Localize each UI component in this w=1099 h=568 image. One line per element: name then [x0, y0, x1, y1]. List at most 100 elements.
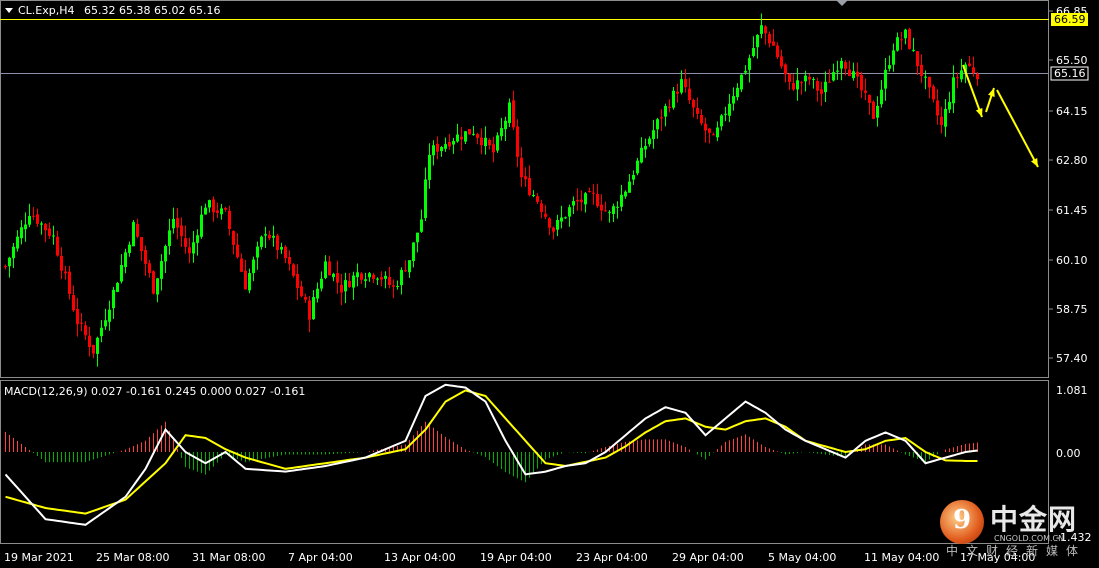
candle-body	[912, 49, 915, 51]
candle-body	[200, 214, 203, 237]
candle-body	[180, 225, 183, 237]
candle-body	[592, 192, 595, 194]
scroll-marker-icon[interactable]	[836, 0, 848, 6]
candle-body	[80, 322, 83, 324]
candle-body	[612, 206, 615, 214]
candle-body	[320, 278, 323, 289]
candle-body	[280, 247, 283, 250]
candle-body	[880, 89, 883, 105]
candle-body	[340, 284, 343, 293]
macd-header: MACD(12,26,9) 0.027 -0.161 0.245 0.000 0…	[4, 385, 305, 398]
candle-body	[4, 265, 7, 267]
candle-body	[156, 278, 159, 295]
candle-body	[616, 206, 619, 208]
candle-body	[132, 222, 135, 247]
time-tick: 19 Apr 04:00	[480, 551, 552, 564]
candle-body	[328, 261, 331, 276]
time-tick: 11 May 04:00	[864, 551, 939, 564]
candle-body	[420, 219, 423, 232]
candle-body	[732, 96, 735, 104]
candle-body	[480, 137, 483, 146]
candle-body	[648, 138, 651, 145]
candle-body	[424, 179, 427, 219]
candle-body	[860, 74, 863, 91]
candle-body	[512, 100, 515, 128]
candle-body	[716, 127, 719, 138]
candle-body	[684, 79, 687, 88]
candle-body	[432, 145, 435, 156]
forecast-arrow-shaft	[996, 89, 1039, 168]
candle-body	[252, 259, 255, 274]
time-tick: 31 Mar 08:00	[192, 551, 265, 564]
candle-body	[484, 137, 487, 147]
candle-body	[792, 83, 795, 90]
candle-body	[544, 213, 547, 217]
candle-body	[224, 208, 227, 210]
candle-body	[276, 235, 279, 250]
candle-body	[856, 71, 859, 77]
candle-body	[248, 273, 251, 291]
candle-body	[872, 101, 875, 119]
price-tick: 65.50	[1056, 54, 1088, 67]
candle-body	[448, 142, 451, 147]
candle-body	[168, 230, 171, 247]
candle-body	[968, 63, 971, 66]
candle-body	[772, 41, 775, 46]
candle-body	[740, 74, 743, 90]
candle-body	[936, 100, 939, 116]
candle-body	[672, 90, 675, 108]
cngold-logo-icon: 9	[940, 500, 984, 544]
candle-body	[532, 194, 535, 196]
candle-body	[376, 278, 379, 280]
current-price-tag-label: 65.16	[1054, 67, 1086, 80]
candle-body	[496, 135, 499, 151]
candle-body	[808, 76, 811, 80]
candle-body	[192, 242, 195, 254]
candle-body	[660, 117, 663, 119]
candle-body	[824, 81, 827, 93]
candle-body	[600, 204, 603, 211]
candle-body	[32, 215, 35, 217]
candle-body	[816, 81, 819, 91]
candle-body	[748, 58, 751, 70]
candle-body	[736, 87, 739, 98]
candle-body	[364, 279, 367, 281]
candle-body	[440, 147, 443, 152]
candle-body	[268, 234, 271, 239]
forecast-arrowhead-icon	[975, 108, 983, 117]
candle-body	[324, 261, 327, 278]
cngold-watermark: 9 中金网 CNGOLD.COM.CN 中文财经新媒体	[936, 498, 1096, 564]
high-price-tag-label: 66.59	[1054, 13, 1086, 26]
candle-body	[144, 250, 147, 264]
candle-body	[332, 273, 335, 278]
candle-body	[528, 178, 531, 195]
candle-body	[388, 276, 391, 286]
candle-body	[760, 25, 763, 34]
candle-body	[444, 144, 447, 149]
chart-menu-triangle-icon[interactable]	[5, 8, 13, 13]
candle-body	[208, 200, 211, 208]
symbol-label: CL.Exp,H4	[18, 4, 75, 17]
candle-body	[92, 344, 95, 354]
candle-body	[416, 232, 419, 243]
candle-body	[636, 160, 639, 174]
candle-body	[112, 289, 115, 309]
price-panel-frame	[0, 0, 1049, 378]
candle-body	[640, 147, 643, 163]
macd-panel-frame	[0, 380, 1049, 544]
candle-body	[728, 103, 731, 116]
candle-body	[76, 309, 79, 325]
candle-body	[244, 270, 247, 290]
candle-body	[864, 90, 867, 93]
candle-body	[932, 86, 935, 100]
candle-body	[744, 70, 747, 73]
candle-body	[652, 130, 655, 139]
candle-body	[516, 126, 519, 157]
time-tick: 19 Mar 2021	[4, 551, 74, 564]
candle-body	[604, 210, 607, 212]
trading-chart[interactable]: CL.Exp,H4 65.32 65.38 65.02 65.16 MACD(1…	[0, 0, 1099, 568]
candle-body	[868, 94, 871, 103]
candle-body	[940, 116, 943, 126]
candle-body	[464, 131, 467, 142]
candle-body	[120, 264, 123, 282]
